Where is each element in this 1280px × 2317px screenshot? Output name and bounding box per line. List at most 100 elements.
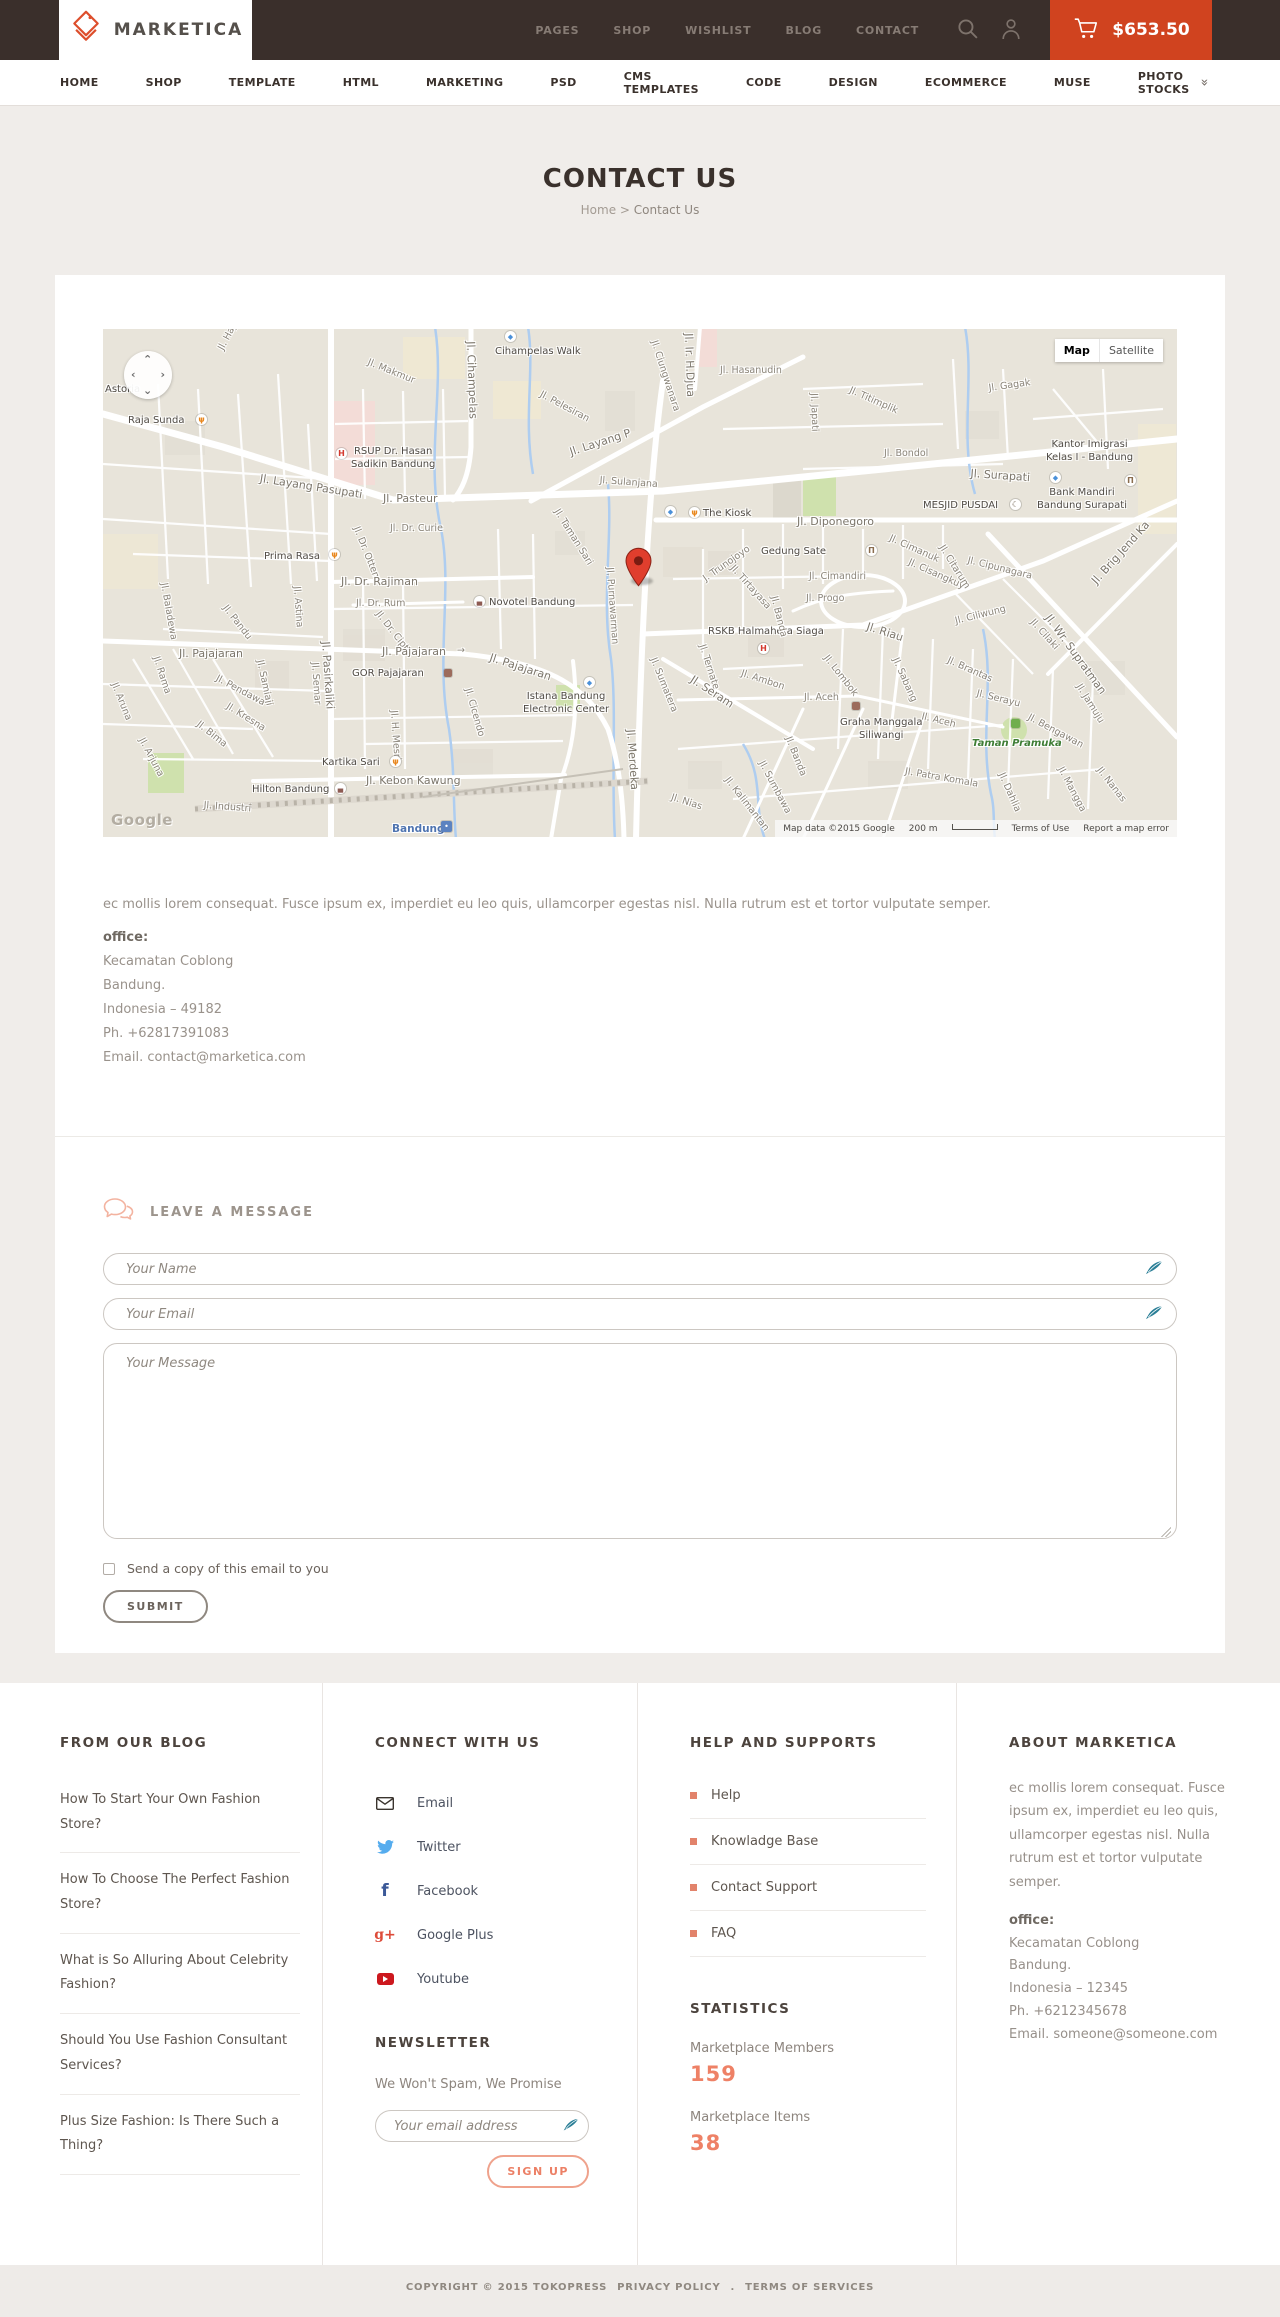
logo[interactable]: MARKETICA [59,0,252,60]
more-menu-chevron-icon[interactable]: » [1197,79,1212,87]
gplus-icon: g+ [374,1927,396,1943]
social-link-youtube[interactable]: Youtube [375,1957,607,2001]
email-icon [375,1796,395,1810]
secondary-nav-item-ecommerce[interactable]: ECOMMERCE [925,76,1007,89]
name-input[interactable] [103,1253,1177,1286]
help-link[interactable]: Help [690,1773,926,1819]
search-icon[interactable] [955,16,980,45]
social-link-email[interactable]: Email [375,1781,607,1825]
map-poi-icon [1050,472,1061,483]
secondary-nav-item-code[interactable]: CODE [746,76,782,89]
office-line: Indonesia – 49182 [103,1002,222,1018]
page-title: CONTACT US [542,164,738,194]
map-scale-label: 200 m [908,823,938,834]
map-label: Istana Bandung Electronic Center [523,691,610,715]
social-label: Youtube [417,1971,469,1987]
separator-dot: . [730,2282,736,2293]
help-label: FAQ [711,1926,737,1941]
message-field-wrap [103,1343,1177,1543]
map-poi-icon [584,677,595,688]
secondary-nav-item-muse[interactable]: MUSE [1054,76,1091,89]
map-label: Jl. Cihampelas [464,341,480,420]
social-link-twitter[interactable]: Twitter [375,1825,607,1869]
google-logo[interactable]: Google [111,811,173,829]
newsletter-heading: NEWSLETTER [375,2035,492,2051]
map-label: Jl. Progo [806,593,845,604]
map-label: Prima Rasa [264,551,320,562]
primary-nav-item-blog[interactable]: BLOG [785,24,822,37]
name-field-wrap [103,1253,1177,1286]
map-poi-icon [1011,719,1020,728]
map-pan-control[interactable]: ⌃ ⌄ ‹ › [124,351,172,399]
blog-post-link[interactable]: Should You Use Fashion Consultant Servic… [60,2014,300,2095]
blog-post-link[interactable]: Plus Size Fashion: Is There Such a Thing… [60,2095,300,2175]
social-link-gplus[interactable]: g+ Google Plus [374,1913,607,1957]
map-label: Jl. Ir. H.Djua [682,333,698,398]
map-poi-icon [665,506,676,517]
footer-about-column: ABOUT MARKETICA ec mollis lorem consequa… [956,1683,1280,2265]
message-textarea[interactable] [103,1343,1177,1540]
map-type-map-button[interactable]: Map [1054,339,1099,362]
secondary-nav-item-home[interactable]: HOME [60,76,99,89]
primary-nav-item-pages[interactable]: PAGES [535,24,579,37]
send-copy-checkbox[interactable] [103,1562,115,1575]
help-link[interactable]: Knowladge Base [690,1819,926,1865]
secondary-nav-item-template[interactable]: TEMPLATE [229,76,296,89]
google-map[interactable]: AstoriaRaja SundaJl. Haji YasinJl. Makmu… [103,329,1177,837]
user-account-icon[interactable] [1000,16,1022,45]
pan-down-icon[interactable]: ⌄ [143,384,152,397]
office-address-block: office: Kecamatan Coblong Bandung. Indon… [103,926,1177,1070]
map-label: Novotel Bandung [489,597,576,608]
map-label: Jl. Pasteur [383,492,438,505]
email-input[interactable] [103,1298,1177,1331]
map-label: Jl. Dr. Rajiman [341,575,418,588]
pan-left-icon[interactable]: ‹ [131,368,136,381]
report-map-error-link[interactable]: Report a map error [1083,824,1169,834]
statistics-heading: STATISTICS [690,2001,791,2017]
bullet-icon [690,1792,697,1799]
email-field-wrap [103,1298,1177,1331]
secondary-nav-item-shop[interactable]: SHOP [146,76,182,89]
social-link-facebook[interactable]: f Facebook [375,1869,607,1913]
map-type-satellite-button[interactable]: Satellite [1098,339,1163,362]
cart-button[interactable]: $653.50 [1050,0,1212,60]
help-link[interactable]: FAQ [690,1911,926,1957]
secondary-nav-item-html[interactable]: HTML [343,76,379,89]
textarea-resize-grip[interactable] [1161,1527,1171,1538]
blog-post-link[interactable]: What is So Alluring About Celebrity Fash… [60,1934,300,2015]
terms-of-services-link[interactable]: TERMS OF SERVICES [745,2282,874,2317]
map-label: The Kiosk [703,508,752,519]
privacy-policy-link[interactable]: PRIVACY POLICY [617,2282,720,2317]
map-pin[interactable] [625,547,652,591]
office-line: Bandung. [103,978,166,994]
secondary-nav-item-cms-templates[interactable]: CMS TEMPLATES [624,70,699,96]
social-label: Google Plus [417,1927,494,1943]
map-label: Taman Pramuka [972,738,1062,749]
newsletter-email-input[interactable] [375,2110,589,2142]
office-line: Email. contact@marketica.com [103,1050,306,1066]
blog-post-link[interactable]: How To Choose The Perfect Fashion Store? [60,1853,300,1934]
terms-of-use-link[interactable]: Terms of Use [1012,824,1070,834]
pan-right-icon[interactable]: › [160,368,165,381]
secondary-nav-items: HOME SHOP TEMPLATE HTML MARKETING PSD CMS TEMP… [60,70,1200,96]
secondary-nav-item-photo-stocks[interactable]: PHOTO STOCKS [1138,70,1200,96]
primary-nav-item-wishlist[interactable]: WISHLIST [685,24,751,37]
primary-nav-item-contact[interactable]: CONTACT [856,24,919,37]
map-poi-icon [474,596,485,607]
breadcrumb-separator: > [619,203,630,217]
signup-button[interactable]: SIGN UP [487,2155,589,2188]
about-office-line: Email. someone@someone.com [1009,2026,1218,2042]
submit-button[interactable]: SUBMIT [103,1590,208,1624]
pan-up-icon[interactable]: ⌃ [143,353,152,366]
primary-nav-item-shop[interactable]: SHOP [613,24,651,37]
social-label: Facebook [417,1883,479,1899]
secondary-nav: HOME SHOP TEMPLATE HTML MARKETING PSD CMS TEMP… [0,60,1280,106]
blog-post-link[interactable]: How To Start Your Own Fashion Store? [60,1773,300,1854]
breadcrumb-home-link[interactable]: Home [581,203,616,217]
help-link[interactable]: Contact Support [690,1865,926,1911]
secondary-nav-item-design[interactable]: DESIGN [829,76,878,89]
blog-list: How To Start Your Own Fashion Store? How … [60,1773,300,2175]
main-header: MARKETICA PAGES SHOP WISHLIST BLOG CONTACT $… [0,0,1280,60]
secondary-nav-item-psd[interactable]: PSD [550,76,576,89]
secondary-nav-item-marketing[interactable]: MARKETING [426,76,503,89]
